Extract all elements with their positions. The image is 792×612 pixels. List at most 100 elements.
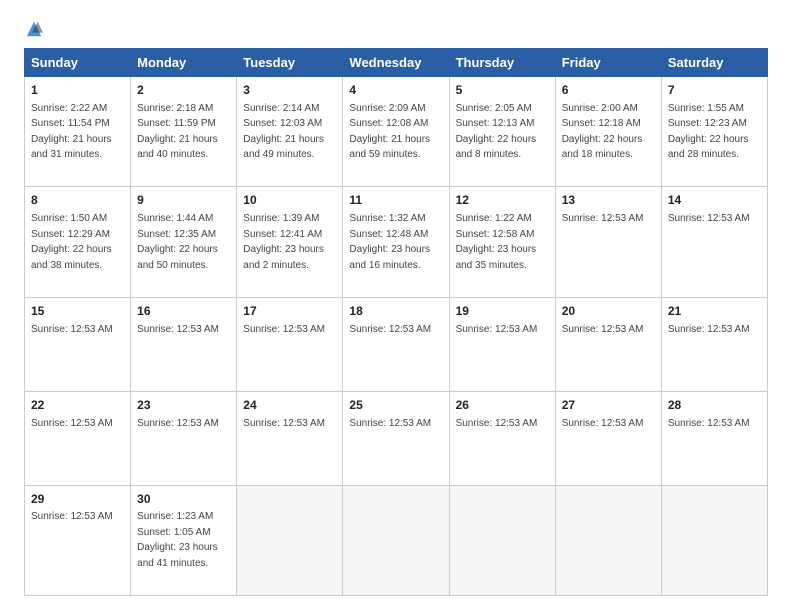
- day-cell: [555, 485, 661, 595]
- week-row-5: 29 Sunrise: 12:53 AM 30Sunrise: 1:23 AM Su…: [25, 485, 768, 595]
- day-info: Sunrise: 12:53 AM: [668, 324, 750, 335]
- day-number: 29: [31, 491, 124, 508]
- day-number: 20: [562, 303, 655, 320]
- day-number: 4: [349, 82, 442, 99]
- day-cell: 6 Sunrise: 2:00 AM Sunset: 12:18 AM Dayli…: [555, 77, 661, 187]
- header-row: [24, 20, 768, 38]
- day-cell: 16 Sunrise: 12:53 AM: [131, 297, 237, 391]
- day-cell: 13 Sunrise: 12:53 AM: [555, 187, 661, 297]
- day-cell: [343, 485, 449, 595]
- weekday-header-friday: Friday: [555, 49, 661, 77]
- day-number: 6: [562, 82, 655, 99]
- day-number: 1: [31, 82, 124, 99]
- day-number: 16: [137, 303, 230, 320]
- day-info: Sunrise: 12:53 AM: [562, 418, 644, 429]
- day-cell: 23 Sunrise: 12:53 AM: [131, 391, 237, 485]
- day-info: Sunrise: 12:53 AM: [562, 213, 644, 224]
- day-info: Sunrise: 12:53 AM: [31, 511, 113, 522]
- day-info: Sunrise: 12:53 AM: [137, 418, 219, 429]
- day-info: Sunrise: 2:14 AM Sunset: 12:03 AM Daylig…: [243, 103, 324, 161]
- day-cell: 4 Sunrise: 2:09 AM Sunset: 12:08 AM Dayli…: [343, 77, 449, 187]
- weekday-header-saturday: Saturday: [661, 49, 767, 77]
- logo-icon: [25, 20, 43, 38]
- day-info: Sunrise: 1:32 AM Sunset: 12:48 AM Daylig…: [349, 213, 430, 271]
- day-info: Sunrise: 12:53 AM: [31, 418, 113, 429]
- day-cell: 12 Sunrise: 1:22 AM Sunset: 12:58 AM Dayl…: [449, 187, 555, 297]
- day-cell: 15 Sunrise: 12:53 AM: [25, 297, 131, 391]
- weekday-header-thursday: Thursday: [449, 49, 555, 77]
- day-cell: 21 Sunrise: 12:53 AM: [661, 297, 767, 391]
- day-cell: 11 Sunrise: 1:32 AM Sunset: 12:48 AM Dayl…: [343, 187, 449, 297]
- day-cell: 22 Sunrise: 12:53 AM: [25, 391, 131, 485]
- day-number: 24: [243, 397, 336, 414]
- day-cell: 1 Sunrise: 2:22 AM Sunset: 11:54 PM Dayli…: [25, 77, 131, 187]
- day-info: Sunrise: 12:53 AM: [562, 324, 644, 335]
- day-info: Sunrise: 12:53 AM: [349, 418, 431, 429]
- day-cell: [449, 485, 555, 595]
- weekday-header-row: SundayMondayTuesdayWednesdayThursdayFrid…: [25, 49, 768, 77]
- day-info: Sunrise: 1:39 AM Sunset: 12:41 AM Daylig…: [243, 213, 324, 271]
- logo: [24, 20, 43, 38]
- day-cell: 25Sunrise: 12:53 AM: [343, 391, 449, 485]
- day-number: 28: [668, 397, 761, 414]
- day-number: 14: [668, 192, 761, 209]
- weekday-header-monday: Monday: [131, 49, 237, 77]
- day-cell: 18Sunrise: 12:53 AM: [343, 297, 449, 391]
- page: SundayMondayTuesdayWednesdayThursdayFrid…: [0, 0, 792, 612]
- day-cell: 10 Sunrise: 1:39 AM Sunset: 12:41 AM Dayl…: [237, 187, 343, 297]
- week-row-4: 22Sunrise: 12:53 AM23Sunrise: 12:53 AM24…: [25, 391, 768, 485]
- day-number: 10: [243, 192, 336, 209]
- day-info: Sunrise: 1:22 AM Sunset: 12:58 AM Daylig…: [456, 213, 537, 271]
- day-info: Sunrise: 12:53 AM: [668, 418, 750, 429]
- day-info: Sunrise: 12:53 AM: [349, 324, 431, 335]
- day-number: 2: [137, 82, 230, 99]
- day-cell: 28 Sunrise: 12:53 AM: [661, 391, 767, 485]
- week-row-1: 1 Sunrise: 2:22 AM Sunset: 11:54 PM Dayli…: [25, 77, 768, 187]
- day-number: 5: [456, 82, 549, 99]
- day-number: 27: [562, 397, 655, 414]
- day-info: Sunrise: 12:53 AM: [456, 418, 538, 429]
- day-info: Sunrise: 1:55 AM Sunset: 12:23 AM Daylig…: [668, 103, 749, 161]
- day-cell: 8 Sunrise: 1:50 AM Sunset: 12:29 AM Dayli…: [25, 187, 131, 297]
- day-cell: 29 Sunrise: 12:53 AM: [25, 485, 131, 595]
- day-cell: 5 Sunrise: 2:05 AM Sunset: 12:13 AM Dayli…: [449, 77, 555, 187]
- day-cell: 27 Sunrise: 12:53 AM: [555, 391, 661, 485]
- day-info: Sunrise: 12:53 AM: [668, 213, 750, 224]
- day-info: Sunrise: 12:53 AM: [31, 324, 113, 335]
- day-info: Sunrise: 2:18 AM Sunset: 11:59 PM Daylig…: [137, 103, 218, 161]
- day-cell: 20 Sunrise: 12:53 AM: [555, 297, 661, 391]
- day-cell: 17Sunrise: 12:53 AM: [237, 297, 343, 391]
- day-cell: 3 Sunrise: 2:14 AM Sunset: 12:03 AM Dayli…: [237, 77, 343, 187]
- day-info: Sunrise: 1:44 AM Sunset: 12:35 AM Daylig…: [137, 213, 218, 271]
- day-number: 3: [243, 82, 336, 99]
- day-cell: 24 Sunrise: 12:53 AM: [237, 391, 343, 485]
- day-cell: 9Sunrise: 1:44 AM Sunset: 12:35 AM Dayli…: [131, 187, 237, 297]
- logo-line1: [24, 20, 43, 38]
- day-number: 21: [668, 303, 761, 320]
- day-info: Sunrise: 12:53 AM: [137, 324, 219, 335]
- day-cell: 2 Sunrise: 2:18 AM Sunset: 11:59 PM Dayli…: [131, 77, 237, 187]
- day-number: 13: [562, 192, 655, 209]
- day-cell: 30Sunrise: 1:23 AM Sunset: 1:05 AM Dayli…: [131, 485, 237, 595]
- day-number: 15: [31, 303, 124, 320]
- day-info: Sunrise: 2:09 AM Sunset: 12:08 AM Daylig…: [349, 103, 430, 161]
- calendar: SundayMondayTuesdayWednesdayThursdayFrid…: [24, 48, 768, 596]
- day-info: Sunrise: 1:50 AM Sunset: 12:29 AM Daylig…: [31, 213, 112, 271]
- day-info: Sunrise: 12:53 AM: [243, 324, 325, 335]
- day-number: 11: [349, 192, 442, 209]
- weekday-header-wednesday: Wednesday: [343, 49, 449, 77]
- day-number: 22: [31, 397, 124, 414]
- day-number: 8: [31, 192, 124, 209]
- day-info: Sunrise: 2:22 AM Sunset: 11:54 PM Daylig…: [31, 103, 112, 161]
- day-info: Sunrise: 12:53 AM: [243, 418, 325, 429]
- day-info: Sunrise: 2:00 AM Sunset: 12:18 AM Daylig…: [562, 103, 643, 161]
- day-info: Sunrise: 2:05 AM Sunset: 12:13 AM Daylig…: [456, 103, 537, 161]
- day-number: 30: [137, 491, 230, 508]
- week-row-2: 8 Sunrise: 1:50 AM Sunset: 12:29 AM Dayli…: [25, 187, 768, 297]
- day-number: 19: [456, 303, 549, 320]
- day-number: 12: [456, 192, 549, 209]
- day-cell: 26Sunrise: 12:53 AM: [449, 391, 555, 485]
- day-number: 23: [137, 397, 230, 414]
- day-cell: 7 Sunrise: 1:55 AM Sunset: 12:23 AM Dayli…: [661, 77, 767, 187]
- day-number: 7: [668, 82, 761, 99]
